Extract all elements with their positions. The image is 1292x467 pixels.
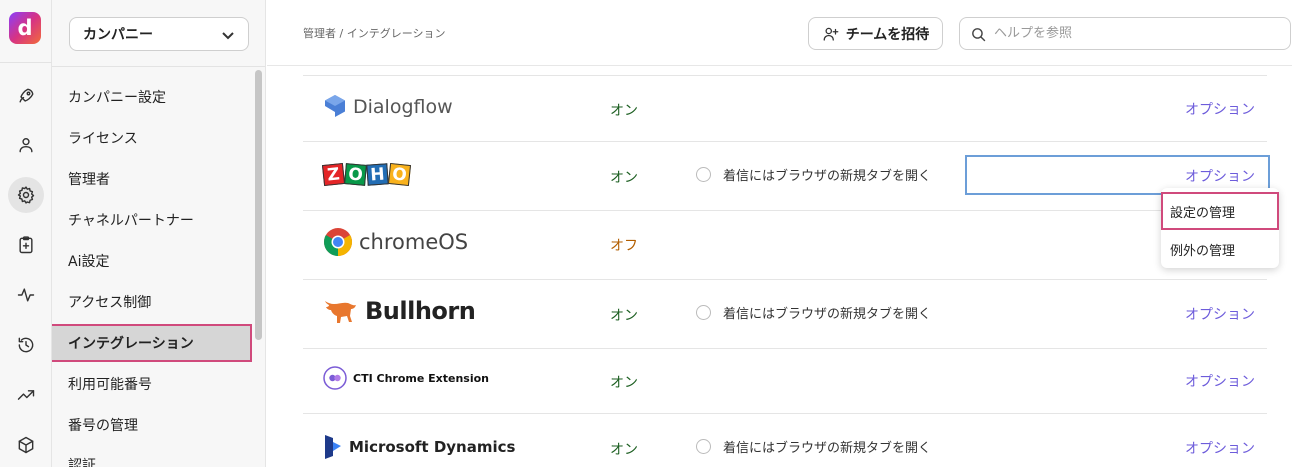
dialogflow-logo: Dialogflow (323, 94, 453, 120)
chrome-icon (324, 228, 352, 256)
sidebar-item-number-management[interactable]: 番号の管理 (52, 406, 252, 444)
open-new-tab-label: 着信にはブラウザの新規タブを開く (723, 307, 932, 322)
options-dropdown-menu: 設定の管理 例外の管理 (1161, 188, 1279, 268)
rail-divider (0, 62, 52, 63)
options-link[interactable]: オプション (1185, 371, 1255, 391)
sidebar-item-access-control[interactable]: アクセス制御 (52, 283, 252, 321)
integration-name: Bullhorn (365, 297, 476, 325)
zoho-letter-h: H (366, 163, 389, 186)
help-search (959, 17, 1291, 50)
integration-name: chromeOS (359, 230, 469, 254)
sidebar-item-authentication[interactable]: 認証 (52, 446, 252, 467)
cube-icon[interactable] (8, 427, 44, 463)
bullhorn-logo: Bullhorn (323, 295, 476, 327)
top-header: 管理者 / インテグレーション チームを招待 (267, 0, 1292, 66)
rocket-icon[interactable] (8, 78, 44, 114)
trending-icon[interactable] (8, 377, 44, 413)
company-select-value: カンパニー (83, 27, 153, 43)
open-new-tab-label: 着信にはブラウザの新規タブを開く (723, 169, 932, 184)
sidebar-item-integrations[interactable]: インテグレーション (52, 324, 252, 362)
open-new-tab-label: 着信にはブラウザの新規タブを開く (723, 441, 932, 456)
gear-icon[interactable] (8, 177, 44, 213)
sidebar-divider (52, 66, 265, 67)
zoho-letter-z: Z (321, 162, 346, 187)
integration-status: オン (610, 103, 638, 119)
user-icon[interactable] (8, 127, 44, 163)
sidebar-item-ai-settings[interactable]: Ai設定 (52, 242, 252, 280)
invite-team-label: チームを招待 (845, 26, 930, 43)
integration-row-chromeos: chromeOS オフ (303, 211, 1267, 280)
clipboard-icon[interactable] (8, 227, 44, 263)
manage-exceptions-item[interactable]: 例外の管理 (1161, 230, 1279, 268)
history-icon[interactable] (8, 327, 44, 363)
dynamics-icon (325, 435, 341, 459)
integration-row-microsoft-dynamics: Microsoft Dynamics オン 着信にはブラウザの新規タブを開く オ… (303, 414, 1267, 467)
activity-icon[interactable] (8, 277, 44, 313)
sidebar-item-available-numbers[interactable]: 利用可能番号 (52, 365, 252, 403)
app-logo[interactable]: d (9, 12, 41, 44)
cti-logo: CTI Chrome Extension (323, 366, 489, 390)
sidebar-item-channel-partners[interactable]: チャネルパートナー (52, 201, 252, 239)
open-new-tab-radio[interactable] (696, 439, 711, 454)
cti-extension-icon (323, 366, 347, 390)
dialogflow-icon (325, 95, 345, 117)
integration-status: オン (610, 375, 638, 391)
chevron-down-icon (220, 27, 236, 43)
integration-row-zoho: Z O H O オン 着信にはブラウザの新規タブを開く オプション (303, 142, 1270, 211)
zoho-logo: Z O H O (321, 162, 412, 187)
sidebar-item-admins[interactable]: 管理者 (52, 160, 252, 198)
invite-team-button[interactable]: チームを招待 (808, 17, 943, 50)
integration-name: Dialogflow (353, 96, 453, 118)
help-search-input[interactable] (994, 26, 1274, 41)
company-select[interactable]: カンパニー (69, 17, 249, 51)
options-link[interactable]: オプション (1185, 304, 1255, 324)
integrations-list: Dialogflow オン オプション Z O H O オン 着信にはブラウザの… (267, 67, 1292, 467)
settings-sidebar: カンパニー カンパニー設定 ライセンス 管理者 チャネルパートナー Ai設定 ア… (52, 0, 266, 467)
integration-status: オン (610, 308, 638, 324)
user-plus-icon (823, 27, 839, 41)
integration-status: オン (610, 442, 638, 458)
zoho-letter-o2: O (387, 162, 412, 187)
integration-row-cti-chrome-extension: CTI Chrome Extension オン オプション (303, 349, 1267, 414)
zoho-letter-o: O (344, 163, 367, 186)
breadcrumb: 管理者 / インテグレーション (303, 27, 446, 40)
integration-status: オフ (610, 238, 638, 254)
bull-icon (325, 301, 356, 323)
open-new-tab-option[interactable]: 着信にはブラウザの新規タブを開く (696, 437, 931, 456)
sidebar-scrollbar[interactable] (255, 70, 262, 340)
open-new-tab-radio[interactable] (696, 305, 711, 320)
sidebar-item-company-settings[interactable]: カンパニー設定 (52, 78, 252, 116)
sidebar-item-licenses[interactable]: ライセンス (52, 119, 252, 157)
integration-row-bullhorn: Bullhorn オン 着信にはブラウザの新規タブを開く オプション (303, 280, 1267, 349)
manage-settings-item[interactable]: 設定の管理 (1161, 192, 1279, 230)
open-new-tab-option[interactable]: 着信にはブラウザの新規タブを開く (696, 303, 931, 322)
chromeos-logo: chromeOS (323, 227, 468, 257)
open-new-tab-option[interactable]: 着信にはブラウザの新規タブを開く (696, 165, 931, 184)
search-icon (970, 26, 987, 43)
integration-row-dialogflow: Dialogflow オン オプション (303, 76, 1267, 142)
integration-name: Microsoft Dynamics (349, 438, 516, 456)
open-new-tab-radio[interactable] (696, 167, 711, 182)
integration-name: CTI Chrome Extension (353, 371, 490, 385)
options-link[interactable]: オプション (1185, 99, 1255, 119)
integration-status: オン (610, 170, 638, 186)
options-link[interactable]: オプション (1185, 438, 1255, 458)
icon-rail: d (0, 0, 52, 467)
options-link[interactable]: オプション (1185, 166, 1255, 186)
microsoft-dynamics-logo: Microsoft Dynamics (323, 434, 515, 460)
